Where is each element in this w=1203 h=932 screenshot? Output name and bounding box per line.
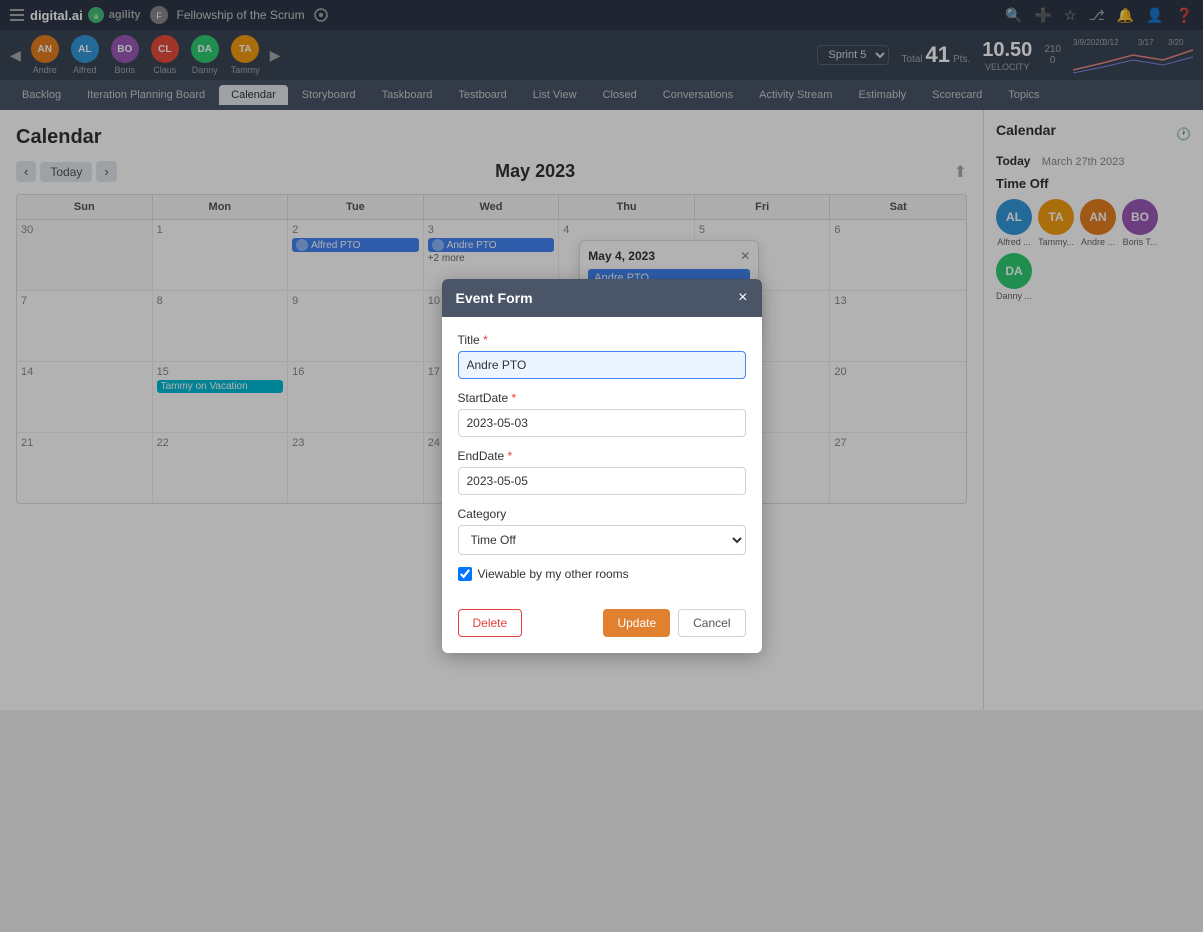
update-btn[interactable]: Update xyxy=(603,609,670,637)
viewable-checkbox[interactable] xyxy=(458,567,472,581)
modal-body: Title * StartDate * EndDate * xyxy=(442,317,762,609)
start-date-group: StartDate * xyxy=(458,391,746,437)
category-select[interactable]: Time Off Vacation Holiday Meeting xyxy=(458,525,746,555)
title-label: Title * xyxy=(458,333,746,347)
event-form-modal: Event Form × Title * StartDate * End xyxy=(442,279,762,653)
title-group: Title * xyxy=(458,333,746,379)
checkbox-row: Viewable by my other rooms xyxy=(458,567,746,581)
checkbox-label: Viewable by my other rooms xyxy=(478,567,629,581)
delete-btn[interactable]: Delete xyxy=(458,609,523,637)
cancel-btn[interactable]: Cancel xyxy=(678,609,745,637)
category-label: Category xyxy=(458,507,746,521)
title-input[interactable] xyxy=(458,351,746,379)
start-date-label: StartDate * xyxy=(458,391,746,405)
end-date-group: EndDate * xyxy=(458,449,746,495)
end-date-label: EndDate * xyxy=(458,449,746,463)
modal-footer-right: Update Cancel xyxy=(603,609,745,637)
modal-close-btn[interactable]: × xyxy=(738,289,747,307)
modal-title: Event Form xyxy=(456,290,533,306)
modal-overlay: Event Form × Title * StartDate * End xyxy=(0,0,1203,932)
modal-footer: Delete Update Cancel xyxy=(442,609,762,653)
category-group: Category Time Off Vacation Holiday Meeti… xyxy=(458,507,746,555)
end-date-input[interactable] xyxy=(458,467,746,495)
modal-header: Event Form × xyxy=(442,279,762,317)
start-date-input[interactable] xyxy=(458,409,746,437)
